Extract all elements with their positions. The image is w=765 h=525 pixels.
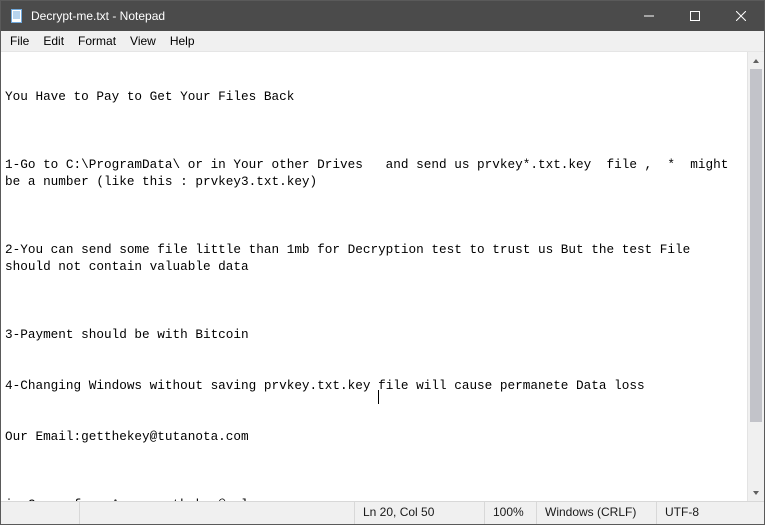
menu-file[interactable]: File xyxy=(3,31,36,51)
maximize-button[interactable] xyxy=(672,1,718,31)
scrollbar-vertical[interactable] xyxy=(747,52,764,501)
status-spacer xyxy=(79,502,354,524)
window-title: Decrypt-me.txt - Notepad xyxy=(31,9,165,23)
titlebar: Decrypt-me.txt - Notepad xyxy=(1,1,764,31)
text-editor[interactable]: You Have to Pay to Get Your Files Back 1… xyxy=(1,52,747,501)
close-button[interactable] xyxy=(718,1,764,31)
status-eol: Windows (CRLF) xyxy=(536,502,656,524)
notepad-icon xyxy=(9,8,25,24)
editor-area: You Have to Pay to Get Your Files Back 1… xyxy=(1,52,764,501)
menu-format[interactable]: Format xyxy=(71,31,123,51)
scroll-up-button[interactable] xyxy=(748,52,764,69)
status-position: Ln 20, Col 50 xyxy=(354,502,484,524)
menu-help[interactable]: Help xyxy=(163,31,202,51)
status-encoding: UTF-8 xyxy=(656,502,764,524)
scrollbar-track[interactable] xyxy=(748,69,764,484)
menu-edit[interactable]: Edit xyxy=(36,31,71,51)
minimize-button[interactable] xyxy=(626,1,672,31)
scrollbar-thumb[interactable] xyxy=(750,69,762,422)
statusbar: Ln 20, Col 50 100% Windows (CRLF) UTF-8 xyxy=(1,501,764,524)
menu-view[interactable]: View xyxy=(123,31,163,51)
menubar: File Edit Format View Help xyxy=(1,31,764,52)
status-empty xyxy=(1,502,79,524)
scroll-down-button[interactable] xyxy=(748,484,764,501)
status-zoom: 100% xyxy=(484,502,536,524)
